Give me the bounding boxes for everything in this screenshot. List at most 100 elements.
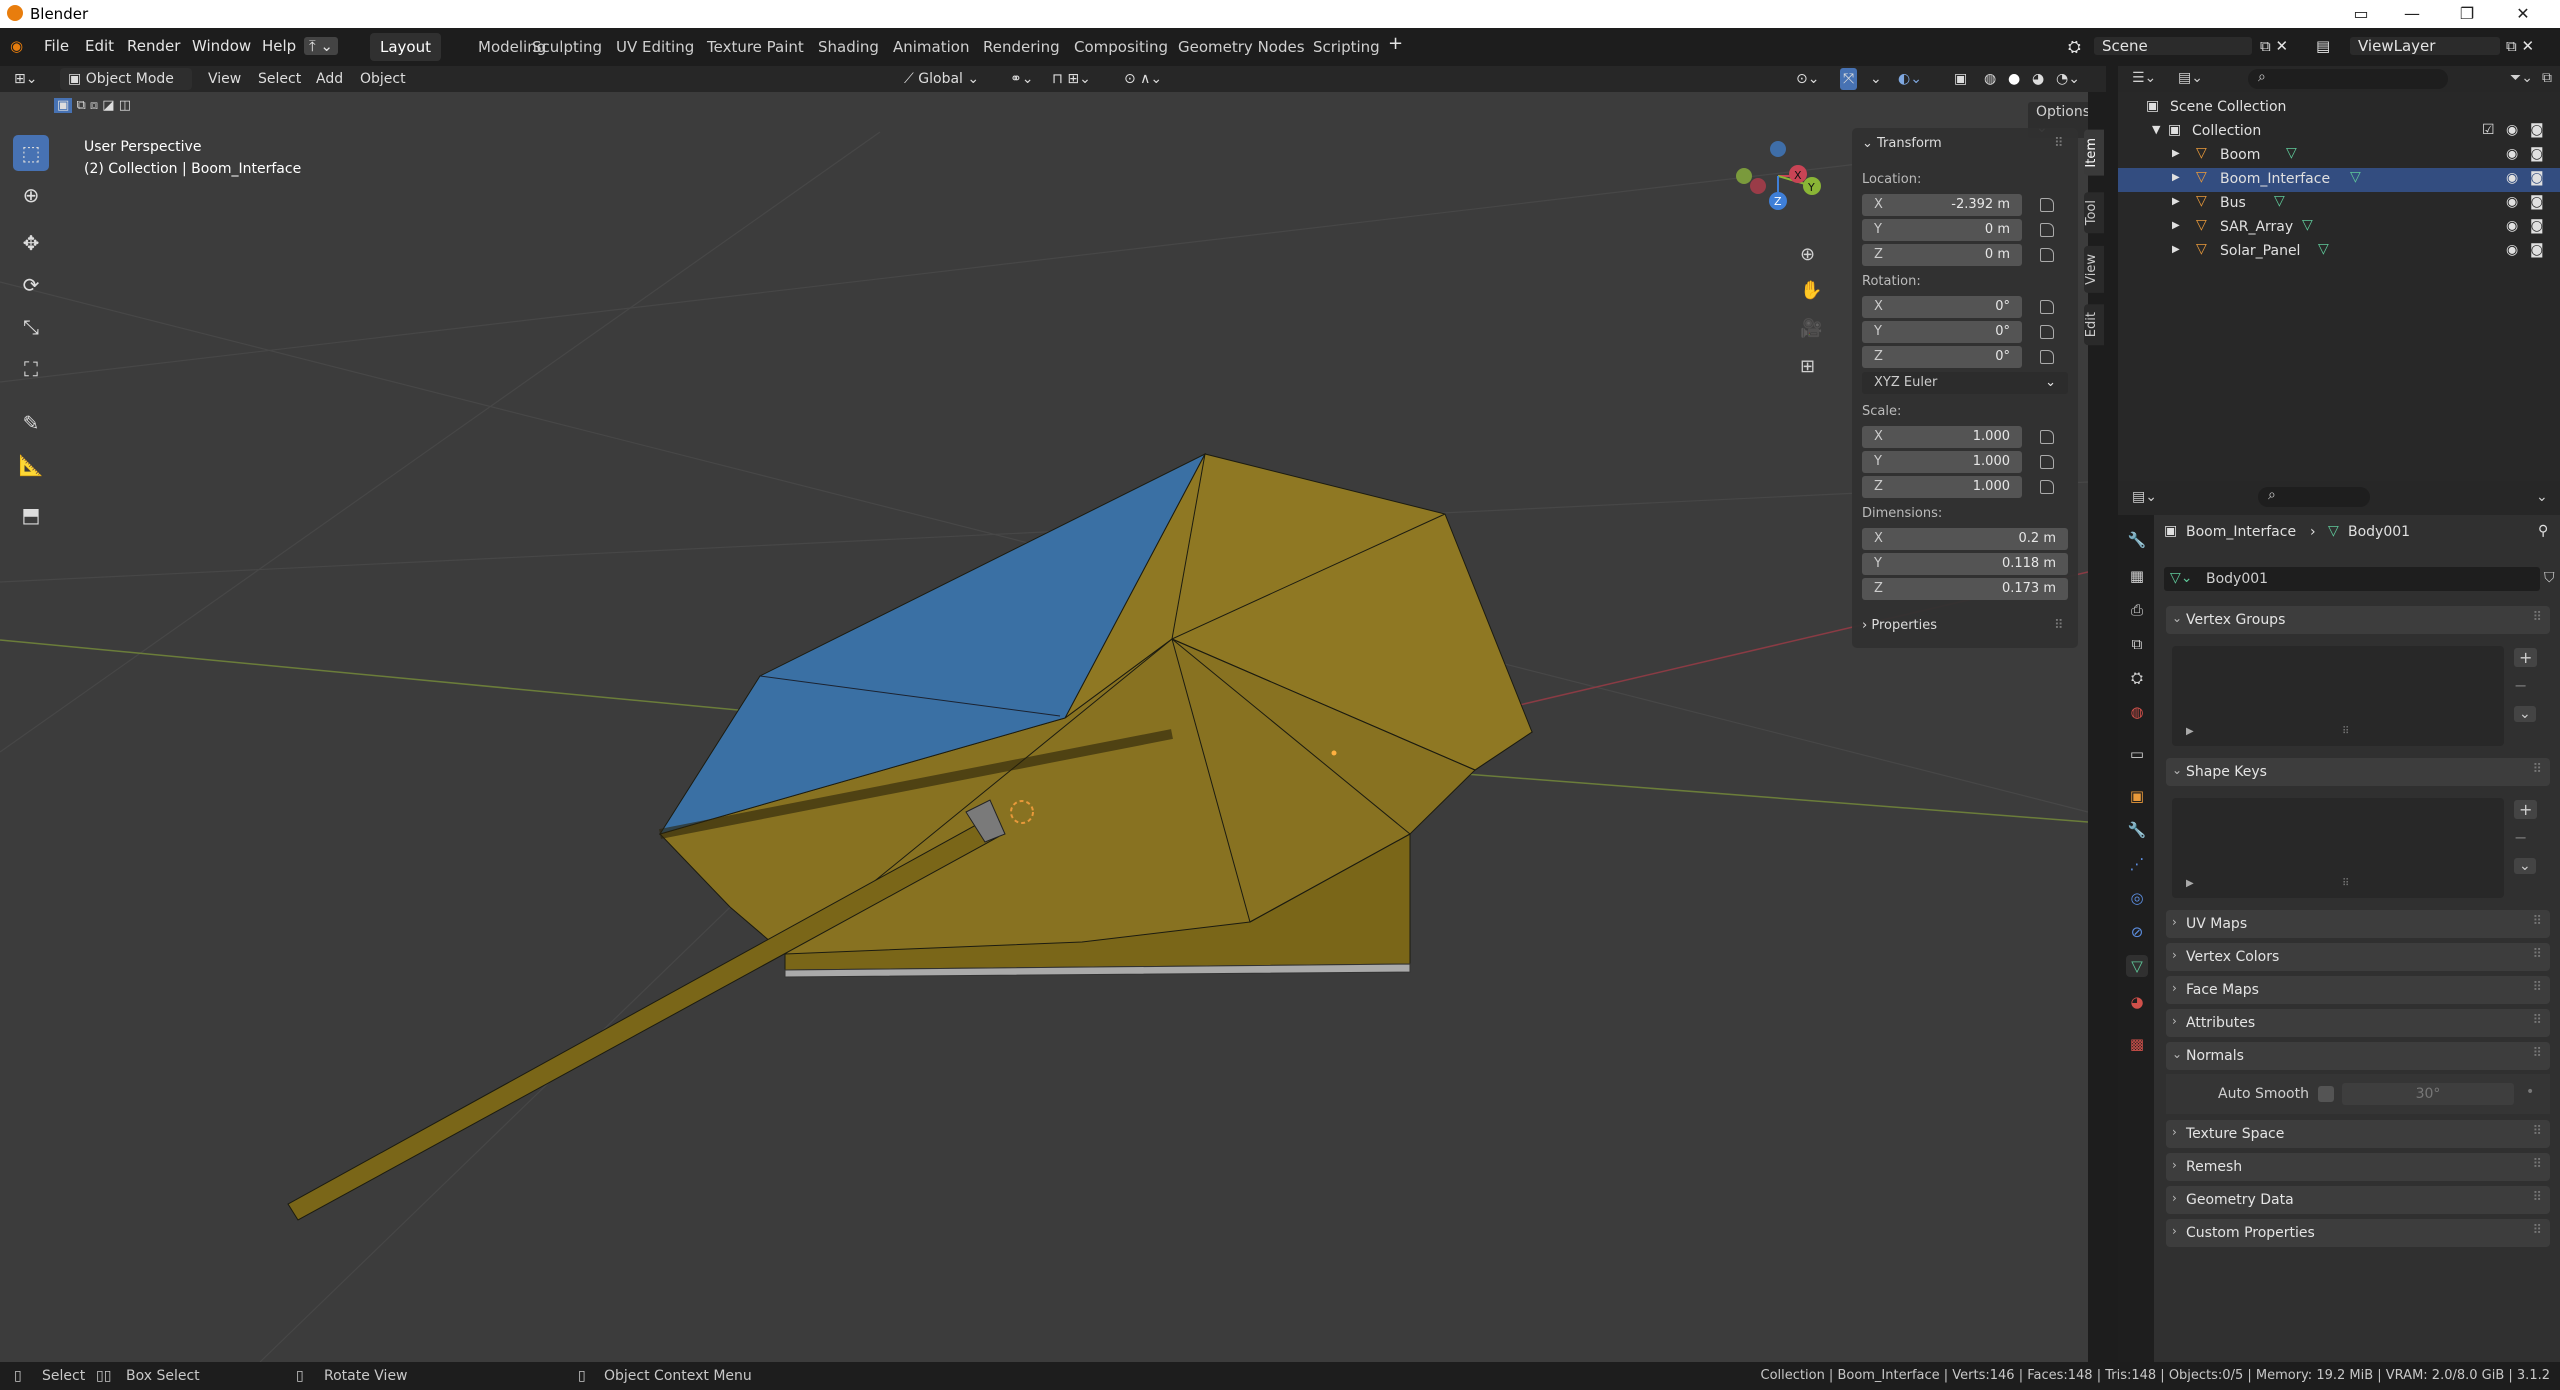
- lock-icon[interactable]: [2040, 455, 2054, 469]
- resize-grip-icon[interactable]: ⠿: [2342, 726, 2349, 737]
- properties-subpanel-header[interactable]: › Properties: [1862, 618, 1937, 633]
- scale-y-field[interactable]: Y 1.000: [1862, 451, 2022, 473]
- panel-remesh[interactable]: › Remesh ⠿: [2166, 1153, 2550, 1181]
- display-mode-icon[interactable]: ▤⌄: [2178, 70, 2203, 86]
- menu-view[interactable]: View: [208, 68, 241, 90]
- tab-scripting[interactable]: Scripting: [1303, 33, 1390, 61]
- panel-shape-keys[interactable]: ⌄ Shape Keys ⠿: [2166, 758, 2550, 786]
- particles-tab-icon[interactable]: ⋰: [2126, 853, 2148, 875]
- select-difference-icon[interactable]: ◪: [102, 98, 114, 113]
- tab-compositing[interactable]: Compositing: [1064, 33, 1178, 61]
- object-tab-icon[interactable]: ▣: [2126, 785, 2148, 807]
- add-cube-icon[interactable]: ⬒: [13, 497, 49, 533]
- grip-icon[interactable]: ⠿: [2532, 914, 2542, 929]
- location-x-field[interactable]: X -2.392 m: [1862, 194, 2022, 216]
- outliner-search-input[interactable]: ⌕: [2248, 69, 2448, 89]
- zoom-icon[interactable]: ⊕: [1800, 244, 1815, 265]
- dimensions-z-field[interactable]: Z 0.173 m: [1862, 578, 2068, 600]
- auto-smooth-angle-field[interactable]: 30°: [2342, 1083, 2514, 1105]
- scene-selector[interactable]: Scene: [2094, 37, 2252, 55]
- tool-settings-icon[interactable]: 🔧: [2126, 529, 2148, 551]
- remove-vertex-group-button[interactable]: −: [2514, 676, 2527, 695]
- view-layer-tab-icon[interactable]: ⧉: [2126, 633, 2148, 655]
- properties-editor-type-icon[interactable]: ▤⌄: [2132, 489, 2157, 505]
- grip-icon[interactable]: ⠿: [2532, 610, 2542, 625]
- camera-view-icon[interactable]: 🎥: [1800, 318, 1822, 339]
- select-subtract-icon[interactable]: ⧈: [90, 98, 98, 113]
- move-icon[interactable]: ✥: [13, 225, 49, 261]
- select-extend-icon[interactable]: ⧉: [76, 98, 85, 113]
- mesh-data-icon[interactable]: ▽: [2350, 169, 2361, 185]
- tab-texture-paint[interactable]: Texture Paint: [697, 33, 814, 61]
- mesh-data-icon[interactable]: ▽: [2302, 217, 2313, 233]
- add-workspace-icon[interactable]: +: [1388, 33, 1403, 54]
- maximize-button[interactable]: ❐: [2440, 0, 2494, 28]
- panel-face-maps[interactable]: › Face Maps ⠿: [2166, 976, 2550, 1004]
- resize-grip-icon[interactable]: ⠿: [2342, 878, 2349, 889]
- eye-icon[interactable]: ◉: [2506, 194, 2518, 210]
- expand-arrow-icon[interactable]: ▶: [2172, 220, 2180, 231]
- expand-arrow-icon[interactable]: ▼: [2152, 123, 2160, 136]
- shading-material-icon[interactable]: ◕: [2032, 68, 2044, 90]
- select-new-icon[interactable]: ▣: [54, 98, 73, 113]
- mesh-data-icon[interactable]: ▽: [2274, 193, 2285, 209]
- boom-interface-mesh[interactable]: [658, 452, 1534, 978]
- tab-rendering[interactable]: Rendering: [973, 33, 1070, 61]
- lock-icon[interactable]: [2040, 198, 2054, 212]
- close-button[interactable]: ✕: [2496, 0, 2550, 28]
- blender-menu-icon[interactable]: ◉: [10, 37, 23, 55]
- vertex-groups-list[interactable]: ▶ ⠿: [2172, 646, 2504, 746]
- breadcrumb-data[interactable]: Body001: [2348, 524, 2410, 540]
- select-box-icon[interactable]: ⬚: [13, 135, 49, 171]
- expand-arrow-icon[interactable]: ▶: [2186, 726, 2194, 737]
- location-y-field[interactable]: Y 0 m: [1862, 219, 2022, 241]
- shading-solid-icon[interactable]: ●: [2008, 68, 2020, 90]
- properties-search-input[interactable]: ⌕: [2258, 487, 2370, 507]
- mesh-data-icon[interactable]: ▽: [2318, 241, 2329, 257]
- expand-arrow-icon[interactable]: ▶: [2186, 878, 2194, 889]
- world-tab-icon[interactable]: ◍: [2126, 701, 2148, 723]
- camera-icon[interactable]: ◙: [2530, 122, 2544, 138]
- rotation-y-field[interactable]: Y 0°: [1862, 321, 2022, 343]
- grip-icon[interactable]: ⠿: [2532, 1157, 2542, 1172]
- new-collection-icon[interactable]: ⧉: [2542, 70, 2552, 86]
- grip-icon[interactable]: ⠿: [2532, 1223, 2542, 1238]
- 3d-viewport[interactable]: X Y Z ⊕ ✋ 🎥 ⊞ Options ⌄: [0, 92, 2088, 1362]
- transform-icon[interactable]: ⛶: [13, 351, 49, 387]
- auto-smooth-checkbox[interactable]: [2318, 1086, 2334, 1102]
- outliner-row-solar-panel[interactable]: ▶ ▽ Solar_Panel ▽ ◉ ◙: [2118, 240, 2560, 264]
- location-z-field[interactable]: Z 0 m: [1862, 244, 2022, 266]
- mesh-data-icon[interactable]: ▽: [2286, 145, 2297, 161]
- scale-z-field[interactable]: Z 1.000: [1862, 476, 2022, 498]
- grip-icon[interactable]: ⠿: [2532, 1190, 2542, 1205]
- expand-arrow-icon[interactable]: ▶: [2172, 172, 2180, 183]
- rotation-x-field[interactable]: X 0°: [1862, 296, 2022, 318]
- shape-key-specials-button[interactable]: ⌄: [2514, 858, 2536, 874]
- panel-vertex-groups[interactable]: ⌄ Vertex Groups ⠿: [2166, 606, 2550, 634]
- navigation-gizmo[interactable]: X Y Z: [1730, 134, 1830, 234]
- filter-icon[interactable]: ⏷⌄: [2510, 70, 2533, 86]
- eye-icon[interactable]: ◉: [2506, 242, 2518, 258]
- measure-icon[interactable]: 📐: [13, 447, 49, 483]
- outliner-row-boom[interactable]: ▶ ▽ Boom ▽ ◉ ◙: [2118, 144, 2560, 168]
- lock-icon[interactable]: [2040, 480, 2054, 494]
- scale-x-field[interactable]: X 1.000: [1862, 426, 2022, 448]
- texture-tab-icon[interactable]: ▩: [2126, 1033, 2148, 1055]
- expand-arrow-icon[interactable]: ▶: [2172, 244, 2180, 255]
- viewlayer-icon[interactable]: ▤: [2316, 37, 2330, 55]
- lock-icon[interactable]: [2040, 248, 2054, 262]
- output-tab-icon[interactable]: ⎙: [2126, 599, 2148, 621]
- keyframe-dot-icon[interactable]: •: [2526, 1084, 2534, 1100]
- xray-icon[interactable]: ▣: [1954, 68, 1967, 90]
- mode-dropdown[interactable]: ▣ Object Mode ⌄: [60, 68, 192, 109]
- vertex-group-specials-button[interactable]: ⌄: [2514, 706, 2536, 722]
- rotation-z-field[interactable]: Z 0°: [1862, 346, 2022, 368]
- menu-render[interactable]: Render: [127, 37, 180, 55]
- visibility-icon[interactable]: ⊙⌄: [1796, 68, 1819, 90]
- fake-user-shield-icon[interactable]: ⛉: [2544, 570, 2555, 586]
- overlays-icon[interactable]: ◐⌄: [1898, 68, 1922, 90]
- dimensions-y-field[interactable]: Y 0.118 m: [1862, 553, 2068, 575]
- outliner-editor-type-icon[interactable]: ☰⌄: [2132, 70, 2156, 86]
- expand-arrow-icon[interactable]: ▶: [2172, 196, 2180, 207]
- lock-icon[interactable]: [2040, 300, 2054, 314]
